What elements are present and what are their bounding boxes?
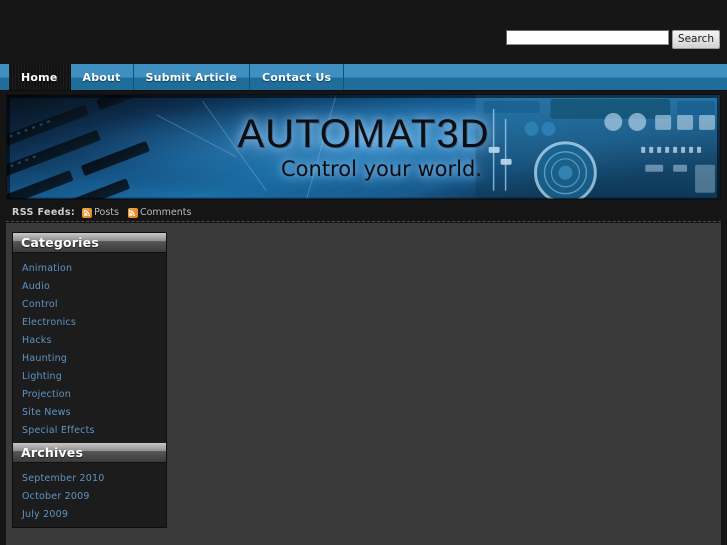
sidebar-item-animation[interactable]: Animation <box>13 259 166 277</box>
sidebar-item-hacks[interactable]: Hacks <box>13 331 166 349</box>
rss-icon <box>127 207 138 218</box>
sidebar-item-september-2010[interactable]: September 2010 <box>13 469 166 487</box>
sidebar-item-july-2009[interactable]: July 2009 <box>13 505 166 523</box>
sidebar-item-special-effects[interactable]: Special Effects <box>13 421 166 439</box>
rss-link-posts-label: Posts <box>94 207 119 218</box>
sidebar-item-control[interactable]: Control <box>13 295 166 313</box>
nav-item-submit-article[interactable]: Submit Article <box>134 64 251 90</box>
sidebar-item-october-2009[interactable]: October 2009 <box>13 487 166 505</box>
section-divider <box>6 221 721 222</box>
sidebar-item-lighting[interactable]: Lighting <box>13 367 166 385</box>
rss-feeds-bar: RSS Feeds: Posts Comments <box>6 203 721 222</box>
widget-categories: Categories Animation Audio Control Elect… <box>13 233 166 443</box>
widget-archives-title: Archives <box>13 443 166 463</box>
sidebar: Categories Animation Audio Control Elect… <box>12 232 167 528</box>
top-bar: Search <box>0 0 727 64</box>
search-form: Search <box>505 30 720 49</box>
rss-link-comments-label: Comments <box>139 207 192 218</box>
main-navigation: Home About Submit Article Contact Us <box>0 64 727 91</box>
rss-feeds-label: RSS Feeds: <box>12 207 76 218</box>
rss-link-posts[interactable]: Posts <box>82 207 119 218</box>
nav-item-contact-us[interactable]: Contact Us <box>250 64 345 90</box>
sidebar-item-site-news[interactable]: Site News <box>13 403 166 421</box>
nav-item-about[interactable]: About <box>71 64 134 90</box>
nav-filler <box>344 64 727 90</box>
widget-categories-title: Categories <box>13 233 166 253</box>
sidebar-item-haunting[interactable]: Haunting <box>13 349 166 367</box>
site-banner[interactable]: AUTOMAT3D Control your world. <box>6 94 721 200</box>
sidebar-item-electronics[interactable]: Electronics <box>13 313 166 331</box>
rss-link-comments[interactable]: Comments <box>127 207 192 218</box>
search-button[interactable]: Search <box>671 30 720 49</box>
nav-item-home[interactable]: Home <box>9 64 71 90</box>
rss-icon <box>82 207 93 218</box>
sidebar-item-audio[interactable]: Audio <box>13 277 166 295</box>
search-input[interactable] <box>505 30 669 45</box>
widget-archives: Archives September 2010 October 2009 Jul… <box>13 443 166 527</box>
sidebar-item-projection[interactable]: Projection <box>13 385 166 403</box>
banner-title: AUTOMAT3D <box>237 112 490 156</box>
banner-tagline: Control your world. <box>281 157 482 181</box>
page-root: Search Home About Submit Article Contact… <box>0 0 727 545</box>
categories-list: Animation Audio Control Electronics Hack… <box>13 253 166 443</box>
archives-list: September 2010 October 2009 July 2009 <box>13 463 166 527</box>
